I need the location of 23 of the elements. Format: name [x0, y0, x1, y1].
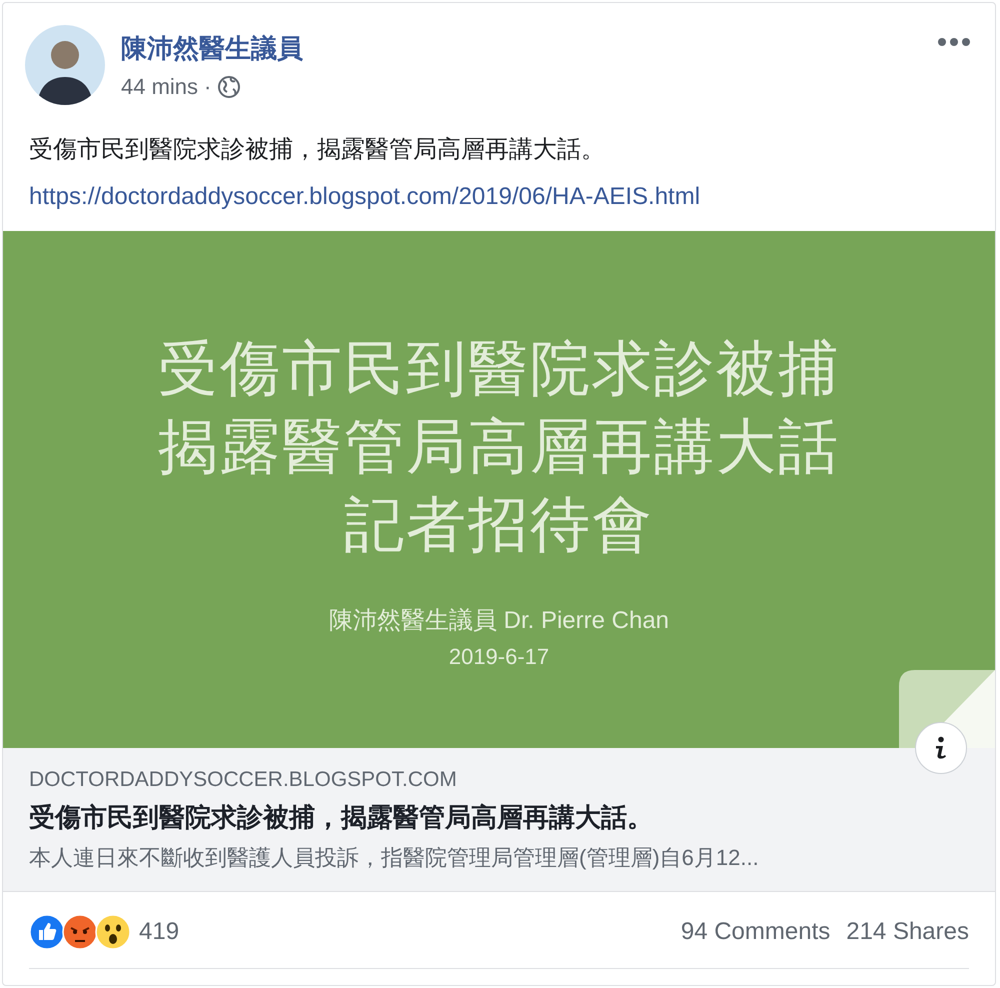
preview-description: 本人連日來不斷收到醫護人員投訴，指醫院管理局管理層(管理層)自6月12...: [29, 844, 760, 872]
more-icon: [937, 37, 971, 47]
slide-title: 受傷市民到醫院求診被捕: [158, 334, 840, 404]
author-name[interactable]: 陳沛然醫生議員: [121, 30, 303, 66]
separator: ·: [204, 74, 212, 100]
post-link[interactable]: https://doctordaddysoccer.blogspot.com/2019/06/HA-AEIS.html: [29, 183, 969, 211]
preview-domain: DOCTORDADDYSOCCER.BLOGSPOT.COM: [29, 768, 458, 792]
angry-reaction-icon: [62, 914, 98, 950]
reaction-count[interactable]: 419: [139, 918, 180, 946]
slide-date: 2019-6-17: [448, 644, 550, 670]
slide-title: 揭露醫管局高層再講大話: [158, 412, 840, 482]
post-time[interactable]: 44 mins: [121, 74, 198, 100]
comments-link[interactable]: 94 Comments: [680, 918, 830, 945]
slide-byline: 陳沛然醫生議員 Dr. Pierre Chan: [328, 606, 670, 636]
shares-link[interactable]: 214 Shares: [846, 918, 969, 945]
link-preview[interactable]: DOCTORDADDYSOCCER.BLOGSPOT.COM 受傷市民到醫院求診被捕，揭露醫管局高層再講大話。 本人連日來不斷收到醫護人員投訴，指醫院管理局管理層(管理層)自6月12...: [3, 748, 995, 892]
preview-title: 受傷市民到醫院求診被捕，揭露醫管局高層再講大話。: [29, 801, 654, 834]
info-icon: [933, 736, 949, 760]
globe-icon: [217, 74, 242, 98]
slide-title: 記者招待會: [344, 490, 654, 560]
like-reaction-icon: [29, 914, 65, 950]
post-text: 受傷市民到醫院求診被捕，揭露醫管局高層再講大話。: [29, 135, 606, 165]
wow-reaction-icon: [95, 914, 131, 950]
